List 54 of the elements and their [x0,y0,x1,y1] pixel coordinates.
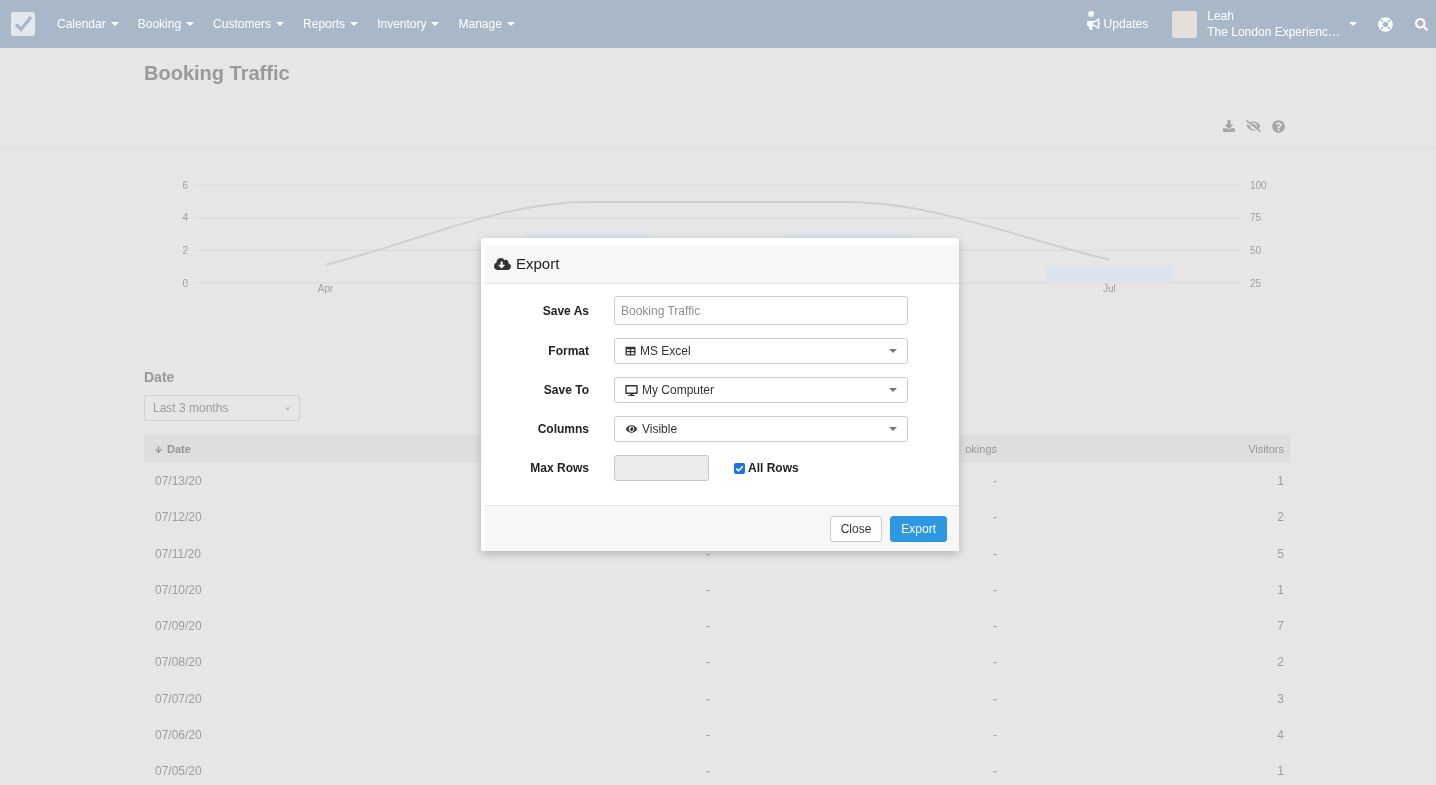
table-cell: - [706,546,710,561]
table-cell: 07/07/20 [155,691,202,706]
table-cell: 07/08/20 [155,655,202,670]
table-cell: 1 [1277,474,1284,489]
axis-tick-label: 2 [182,244,188,256]
table-cell: - [993,510,997,525]
table-cell: 07/10/20 [155,582,202,597]
table-cell: 3 [1277,691,1284,706]
field-label: Save As [542,302,589,320]
filter-label: Date [144,369,175,385]
table-cell: - [993,619,997,634]
axis-tick-label: 50 [1250,244,1262,256]
axis-tick-label: 0 [182,277,188,289]
table-cell: 7 [1277,619,1284,634]
table-cell: - [993,474,997,489]
axis-tick-label: 100 [1250,179,1267,191]
table-cell: 2 [1277,510,1284,525]
table-cell: 1 [1277,582,1284,597]
user-name: Leah [1207,8,1234,24]
table-cell: 07/12/20 [155,510,202,525]
table-cell: 5 [1277,546,1284,561]
table-cell: - [706,619,710,634]
table-cell: - [706,582,710,597]
axis-tick-label: 75 [1250,212,1262,224]
dialog-title: Export [516,253,560,274]
table-cell: 4 [1277,727,1284,742]
table-cell: 07/13/20 [155,474,202,489]
table-cell: - [993,546,997,561]
axis-tick-label: 4 [182,212,188,224]
axis-tick-label: 25 [1250,277,1262,289]
table-cell: 07/09/20 [155,619,202,634]
field-label: Save To [543,382,589,399]
x-axis-label: Jul [1103,283,1116,294]
table-cell: 2 [1277,655,1284,670]
field-label: Columns [537,421,589,438]
table-cell: 1 [1277,764,1284,779]
table-cell: - [706,655,710,670]
field-label: Max Rows [530,460,589,477]
table-cell: - [993,764,997,779]
table-cell: - [993,582,997,597]
table-cell: 07/11/20 [155,546,201,561]
table-cell: - [993,691,997,706]
table-cell: 07/05/20 [155,764,202,779]
axis-tick-label: 6 [182,179,188,191]
company-name: The London Experienc… [1207,24,1340,40]
table-cell: - [706,727,710,742]
table-cell: - [706,691,710,706]
table-cell: 07/06/20 [155,727,202,742]
x-axis-label: Apr [317,283,334,294]
field-label: Format [548,343,589,360]
page-title: Booking Traffic [144,61,290,86]
table-cell: - [706,764,710,779]
table-cell: - [993,727,997,742]
table-cell: - [993,655,997,670]
